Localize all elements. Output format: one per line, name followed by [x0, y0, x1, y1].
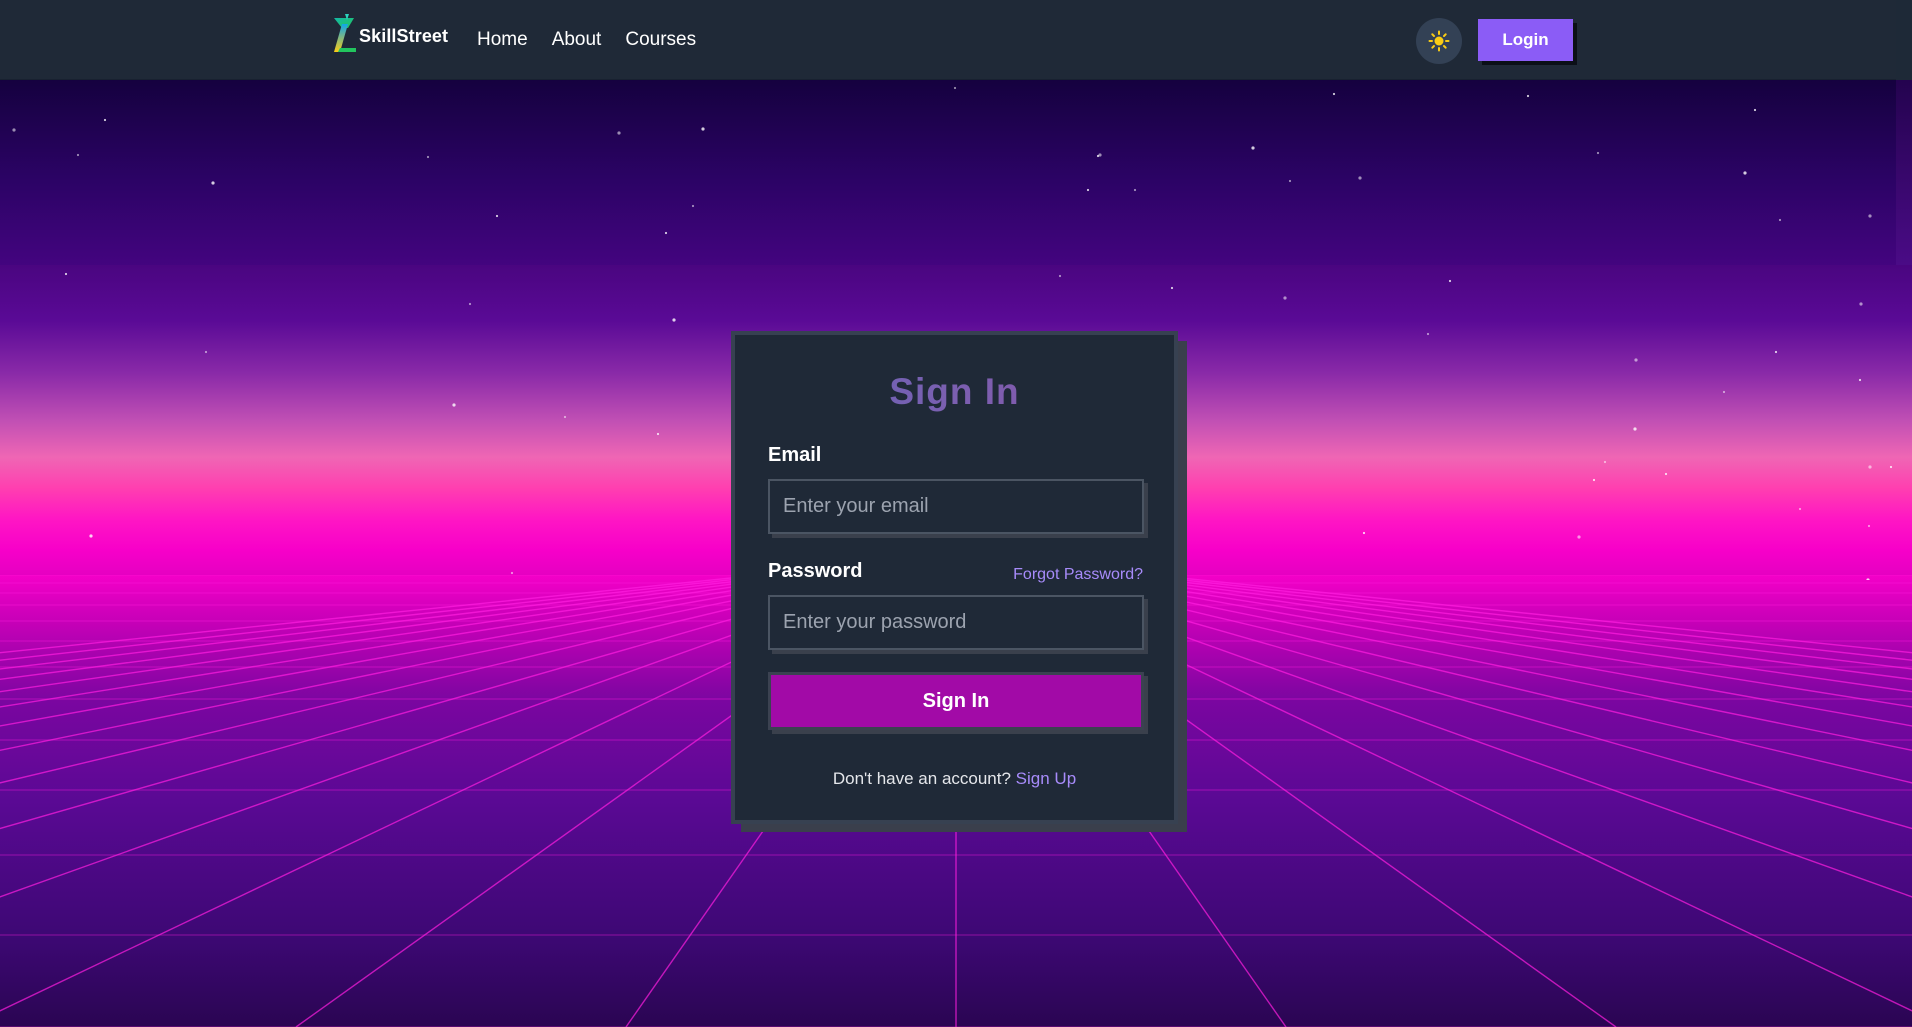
- grid-radial-line: [1067, 575, 1912, 727]
- star: [1868, 465, 1872, 469]
- star: [672, 318, 676, 322]
- nav-link-home[interactable]: Home: [477, 28, 528, 52]
- password-input[interactable]: [768, 595, 1144, 650]
- star: [1133, 188, 1137, 192]
- password-label: Password: [768, 560, 863, 582]
- star: [1251, 146, 1255, 150]
- star: [1774, 350, 1778, 354]
- grid-radial-line: [0, 575, 817, 693]
- theme-toggle-button[interactable]: [1416, 18, 1462, 64]
- star: [89, 534, 93, 538]
- grid-radial-line: [0, 575, 761, 654]
- star: [64, 272, 68, 276]
- star: [664, 231, 668, 235]
- star: [691, 204, 695, 208]
- grid-radial-line: [0, 575, 845, 727]
- navbar: SkillStreet Home About Courses Login: [0, 0, 1896, 80]
- scrollbar[interactable]: [1896, 80, 1912, 265]
- star: [204, 350, 208, 354]
- star: [510, 571, 514, 575]
- star: [12, 128, 16, 132]
- nav-link-courses[interactable]: Courses: [625, 28, 696, 52]
- skillstreet-logo-icon: [334, 14, 356, 52]
- grid-radial-line: [0, 575, 831, 708]
- email-field-wrapper: [768, 479, 1148, 538]
- star: [1889, 465, 1893, 469]
- star: [1283, 296, 1287, 300]
- star: [1288, 179, 1292, 183]
- sign-in-button[interactable]: Sign In: [768, 672, 1144, 730]
- grid-radial-line: [1095, 575, 1912, 693]
- star: [656, 432, 660, 436]
- star: [1358, 176, 1362, 180]
- grid-radial-line: [1081, 575, 1912, 708]
- star: [1086, 188, 1090, 192]
- star: [1859, 302, 1863, 306]
- brand-logo[interactable]: SkillStreet: [328, 12, 448, 56]
- star: [1868, 214, 1872, 218]
- page: SkillStreet Home About Courses Login Sig…: [0, 0, 1912, 1027]
- star: [1426, 332, 1430, 336]
- star: [76, 153, 80, 157]
- grid-radial-line: [1151, 575, 1912, 654]
- star: [617, 131, 621, 135]
- grid-radial-line: [0, 575, 775, 661]
- star: [468, 302, 472, 306]
- star: [1332, 92, 1336, 96]
- star: [1778, 218, 1782, 222]
- email-label: Email: [768, 444, 822, 466]
- star: [1170, 286, 1174, 290]
- star: [1633, 427, 1637, 431]
- grid-radial-line: [0, 575, 789, 670]
- star: [1722, 390, 1726, 394]
- grid-radial-line: [0, 575, 859, 752]
- star: [426, 155, 430, 159]
- grid-radial-line: [1123, 575, 1912, 670]
- sign-in-title: Sign In: [735, 371, 1174, 413]
- grid-radial-line: [1137, 575, 1912, 661]
- star: [953, 86, 957, 90]
- star: [1753, 108, 1757, 112]
- star: [1798, 507, 1802, 511]
- star: [1664, 472, 1668, 476]
- nav-link-about[interactable]: About: [552, 28, 602, 52]
- star: [103, 118, 107, 122]
- signup-prompt-text: Don't have an account?: [832, 769, 1016, 788]
- star: [1362, 531, 1366, 535]
- star: [1743, 171, 1747, 175]
- star: [1058, 274, 1062, 278]
- star: [1867, 524, 1871, 528]
- star: [452, 403, 456, 407]
- star: [1592, 478, 1596, 482]
- star: [1448, 279, 1452, 283]
- sign-up-link[interactable]: Sign Up: [1016, 769, 1076, 788]
- star: [211, 181, 215, 185]
- sign-in-card: Sign In Email Password Forgot Password? …: [731, 331, 1178, 824]
- star: [701, 127, 705, 131]
- star: [1596, 151, 1600, 155]
- star: [495, 214, 499, 218]
- password-field-wrapper: [768, 595, 1148, 654]
- email-input[interactable]: [768, 479, 1144, 534]
- signup-prompt-row: Don't have an account? Sign Up: [735, 769, 1174, 789]
- login-button[interactable]: Login: [1478, 19, 1573, 61]
- star: [1866, 578, 1870, 580]
- star: [1603, 460, 1607, 464]
- sun-icon: [1428, 30, 1450, 52]
- star: [563, 415, 567, 419]
- star: [1577, 535, 1581, 539]
- star: [1098, 153, 1102, 157]
- star: [1634, 358, 1638, 362]
- brand-name: SkillStreet: [359, 25, 449, 46]
- nav-links: Home About Courses: [477, 28, 696, 52]
- star: [1858, 378, 1862, 382]
- forgot-password-link[interactable]: Forgot Password?: [1013, 566, 1143, 584]
- star: [1526, 94, 1530, 98]
